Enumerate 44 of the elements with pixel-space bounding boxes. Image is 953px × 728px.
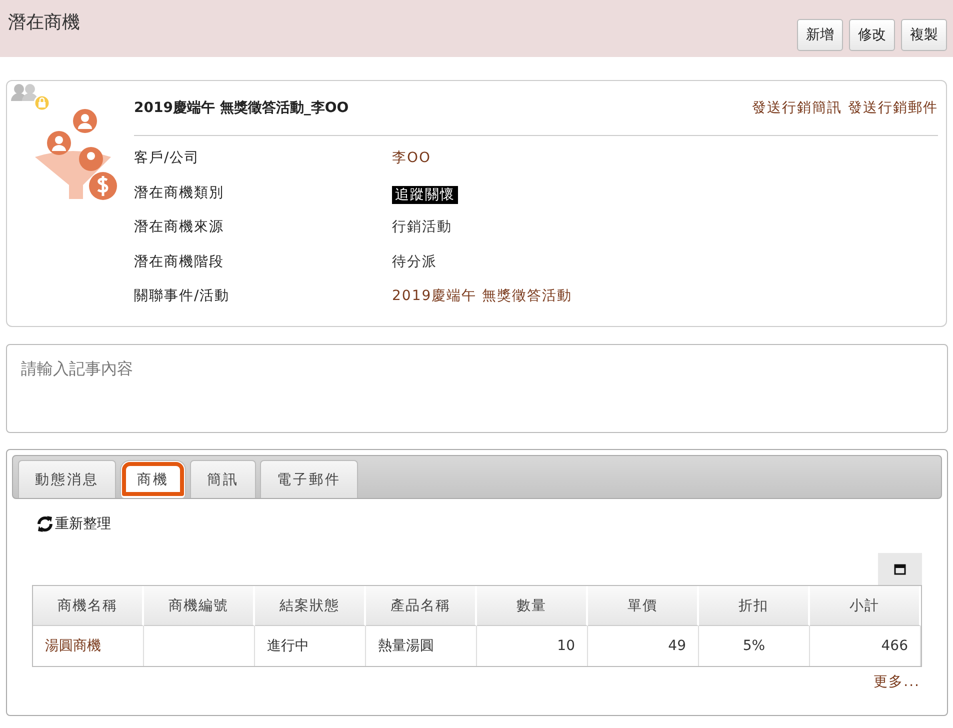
table-cell: 熱量湯圓 — [366, 626, 477, 666]
column-header: 單價 — [588, 586, 699, 626]
refresh-label[interactable]: 重新整理 — [55, 515, 111, 533]
column-header: 商機編號 — [144, 586, 255, 626]
field-label: 關聯事件/活動 — [134, 287, 231, 306]
action-link[interactable]: 發送行銷郵件 — [848, 99, 938, 117]
tab[interactable]: 動態消息 — [18, 460, 116, 498]
toolbar-button[interactable]: 修改 — [849, 19, 895, 51]
tab[interactable]: 電子郵件 — [260, 460, 358, 498]
page-title: 潛在商機 — [8, 11, 80, 34]
refresh-icon — [36, 515, 54, 533]
column-header: 小計 — [810, 586, 921, 626]
table-cell: 49 — [588, 626, 699, 666]
field-label: 客戶/公司 — [134, 149, 201, 168]
field-value: 待分派 — [392, 252, 438, 272]
field-label: 潛在商機階段 — [134, 252, 225, 272]
table-cell: 10 — [477, 626, 588, 666]
column-header: 商機名稱 — [33, 586, 144, 626]
table-cell: 466 — [810, 626, 921, 666]
column-header: 產品名稱 — [366, 586, 477, 626]
category-tag: 追蹤關懷 — [392, 186, 458, 204]
column-header: 結案狀態 — [255, 586, 366, 626]
column-header: 折扣 — [699, 586, 810, 626]
table-cell: 進行中 — [255, 626, 366, 666]
table-link[interactable]: 湯圓商機 — [33, 626, 144, 666]
field-value: 行銷活動 — [392, 218, 453, 237]
table-cell: 5% — [699, 626, 810, 666]
field-link[interactable]: 2019慶端午 無獎徵答活動 — [392, 284, 938, 318]
maximize-button[interactable] — [878, 553, 922, 585]
record-title: 2019慶端午 無獎徵答活動_李OO — [134, 99, 349, 117]
column-header: 數量 — [477, 586, 588, 626]
field-label: 潛在商機來源 — [134, 218, 225, 237]
refresh-button[interactable]: 重新整理 — [36, 515, 111, 533]
field-link[interactable]: 李OO — [392, 146, 938, 180]
tab[interactable]: 簡訊 — [190, 460, 256, 498]
tab[interactable]: 商機 — [120, 460, 186, 498]
window-icon — [894, 564, 906, 574]
toolbar-button[interactable]: 新增 — [797, 19, 843, 51]
toolbar-button[interactable]: 複製 — [901, 19, 947, 51]
field-label: 潛在商機類別 — [134, 184, 225, 202]
action-link[interactable]: 發送行銷簡訊 — [752, 99, 842, 117]
users-lock-icon — [11, 83, 51, 111]
note-field[interactable]: 請輸入記事內容 — [6, 344, 948, 433]
more-link[interactable]: 更多... — [874, 673, 920, 691]
